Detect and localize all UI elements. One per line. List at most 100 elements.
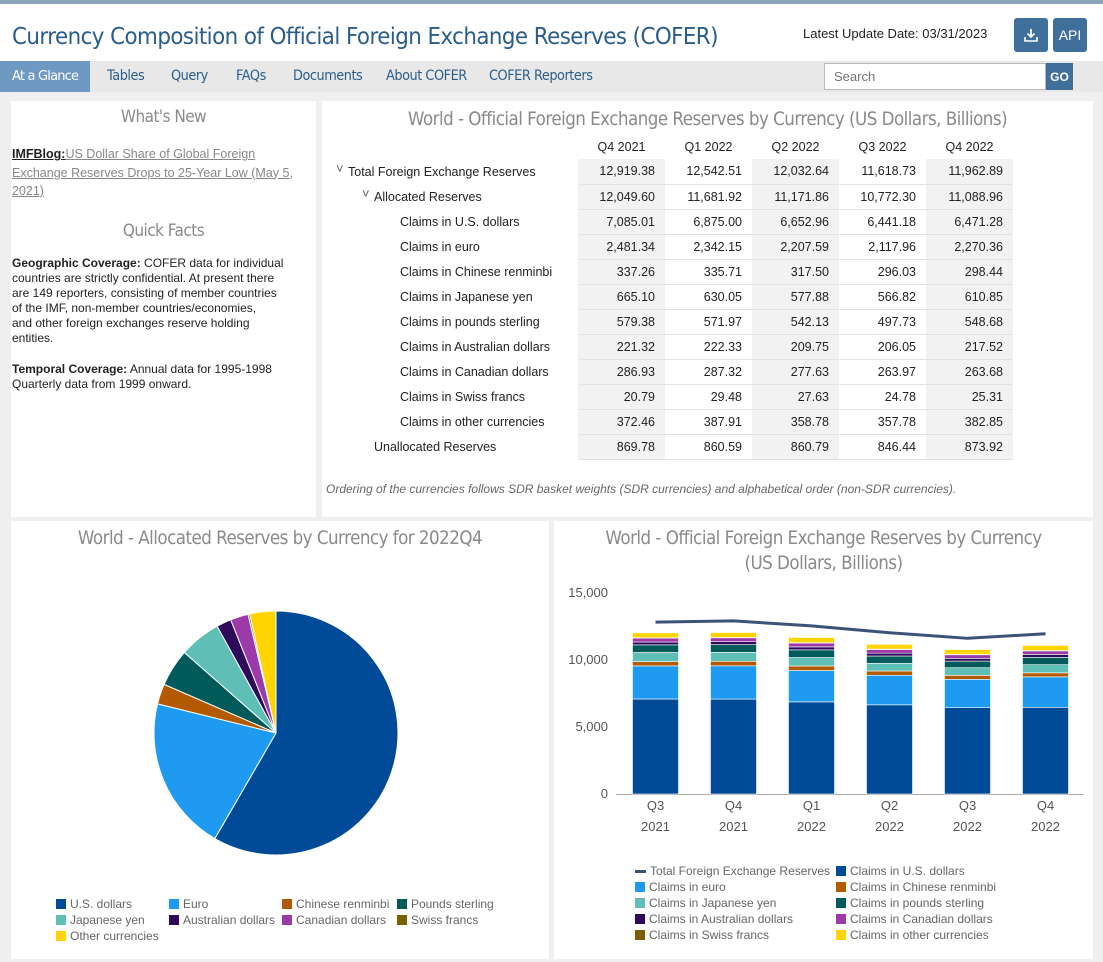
blog-link-line-1[interactable]: US Dollar Share of Global Foreign: [65, 147, 255, 161]
bar-segment-cad[interactable]: [866, 649, 913, 654]
pie-legend-item[interactable]: Canadian dollars: [282, 913, 386, 927]
nav-faqs[interactable]: FAQs: [236, 61, 266, 92]
bar-segment-jpy[interactable]: [944, 667, 991, 676]
bar-segment-aud[interactable]: [788, 646, 835, 651]
bar-segment-other[interactable]: [710, 632, 757, 638]
nav-documents[interactable]: Documents: [293, 61, 363, 92]
bar-segment-eur[interactable]: [632, 665, 679, 700]
nav-tables[interactable]: Tables: [107, 61, 145, 92]
bar-segment-usd[interactable]: [1022, 706, 1069, 795]
api-button[interactable]: API: [1053, 18, 1087, 52]
bar-segment-aud[interactable]: [632, 641, 679, 646]
bar-segment-jpy[interactable]: [788, 657, 835, 667]
table-cell: 7,085.01: [578, 209, 665, 235]
bar-segment-gbp[interactable]: [1022, 657, 1069, 665]
table-cell: 665.10: [578, 284, 665, 310]
bar-segment-eur[interactable]: [1022, 676, 1069, 708]
bar-segment-cny[interactable]: [944, 675, 991, 680]
pie-legend-item[interactable]: U.S. dollars: [56, 897, 132, 911]
bar-legend-item[interactable]: Claims in Swiss francs: [635, 928, 769, 942]
bar-legend-item[interactable]: Total Foreign Exchange Reserves: [635, 864, 830, 878]
bar-segment-cny[interactable]: [1022, 672, 1069, 678]
search-go-button[interactable]: GO: [1046, 63, 1073, 90]
table-row[interactable]: ˅ Allocated Reserves 12,049.60 11,681.92 11,…: [322, 184, 1013, 210]
bar-segment-cad[interactable]: [1022, 650, 1069, 655]
bar-segment-cny[interactable]: [866, 670, 913, 676]
x-tick-label: Q3: [959, 798, 976, 813]
bar-segment-gbp[interactable]: [710, 644, 757, 653]
bar-legend-item[interactable]: Claims in euro: [635, 880, 726, 894]
bar-segment-gbp[interactable]: [788, 649, 835, 658]
legend-swatch: [169, 915, 179, 925]
bar-legend-item[interactable]: Claims in Japanese yen: [635, 896, 776, 910]
pie-legend-item[interactable]: Euro: [169, 897, 208, 911]
pie-legend-item[interactable]: Other currencies: [56, 929, 159, 943]
blog-link-line-2[interactable]: Exchange Reserves Drops to 25-Year Low (…: [12, 166, 293, 180]
bar-segment-aud[interactable]: [1022, 654, 1069, 658]
nav-cofer-reporters[interactable]: COFER Reporters: [489, 61, 593, 92]
bar-segment-cny[interactable]: [710, 660, 757, 667]
nav-query[interactable]: Query: [171, 61, 208, 92]
bar-segment-jpy[interactable]: [632, 652, 679, 662]
bar-segment-cad[interactable]: [788, 642, 835, 648]
bar-segment-usd[interactable]: [710, 698, 757, 795]
bar-segment-cny[interactable]: [788, 665, 835, 671]
pie-legend-item[interactable]: Australian dollars: [169, 913, 275, 927]
bar-legend-item[interactable]: Claims in other currencies: [836, 928, 989, 942]
bar-segment-other[interactable]: [788, 637, 835, 643]
pie-legend-item[interactable]: Japanese yen: [56, 913, 145, 927]
bar-segment-jpy[interactable]: [1022, 664, 1069, 674]
nav-about-cofer[interactable]: About COFER: [386, 61, 467, 92]
bar-segment-gbp[interactable]: [632, 644, 679, 653]
bar-segment-eur[interactable]: [866, 674, 913, 706]
row-label: Claims in pounds sterling: [400, 314, 540, 329]
download-button[interactable]: [1014, 18, 1048, 52]
column-header: Q4 2021: [597, 139, 646, 154]
temporal-coverage: Temporal Coverage: Annual data for 1995-…: [12, 362, 272, 391]
pie-legend-item[interactable]: Pounds sterling: [397, 897, 494, 911]
table-cell: 221.32: [578, 334, 665, 360]
bar-segment-usd[interactable]: [866, 704, 913, 795]
bar-legend-item[interactable]: Claims in U.S. dollars: [836, 864, 965, 878]
bar-segment-other[interactable]: [944, 649, 991, 655]
blog-link-line-3[interactable]: 2021): [12, 184, 44, 198]
search-input[interactable]: [824, 63, 1046, 90]
bar-segment-other[interactable]: [866, 643, 913, 650]
bar-segment-aud[interactable]: [944, 658, 991, 662]
bar-segment-usd[interactable]: [788, 701, 835, 795]
expand-chevron-icon[interactable]: ˅: [336, 161, 344, 176]
bar-segment-jpy[interactable]: [866, 662, 913, 672]
expand-chevron-icon[interactable]: ˅: [362, 186, 370, 201]
bar-segment-gbp[interactable]: [866, 655, 913, 664]
bar-segment-cad[interactable]: [710, 637, 757, 642]
blog-news-item[interactable]: IMFBlog:US Dollar Share of Global Foreig…: [12, 145, 312, 201]
bar-segment-usd[interactable]: [632, 698, 679, 795]
bar-segment-eur[interactable]: [788, 670, 835, 703]
pie-legend-item[interactable]: Chinese renminbi: [282, 897, 389, 911]
x-tick-label: 2021: [719, 819, 748, 834]
bar-segment-other[interactable]: [632, 632, 679, 639]
bar-legend-item[interactable]: Claims in Australian dollars: [635, 912, 793, 926]
bar-segment-aud[interactable]: [866, 652, 913, 657]
column-header: Q1 2022: [684, 139, 733, 154]
bar-legend-item[interactable]: Claims in pounds sterling: [836, 896, 984, 910]
bar-segment-cny[interactable]: [632, 661, 679, 667]
bar-segment-cad[interactable]: [944, 654, 991, 659]
table-row[interactable]: ˅ Total Foreign Exchange Reserves 12,919.3…: [322, 159, 1013, 185]
legend-swatch: [635, 930, 645, 940]
bar-segment-gbp[interactable]: [944, 660, 991, 669]
bar-legend-item[interactable]: Claims in Canadian dollars: [836, 912, 993, 926]
bar-segment-eur[interactable]: [944, 679, 991, 708]
pie-legend-item[interactable]: Swiss francs: [397, 913, 478, 927]
legend-swatch: [282, 899, 292, 909]
bar-segment-jpy[interactable]: [710, 652, 757, 662]
row-label: Unallocated Reserves: [374, 439, 497, 454]
table-row: Claims in other currencies 372.46 387.91 35…: [322, 409, 1013, 435]
bar-segment-eur[interactable]: [710, 665, 757, 700]
bar-segment-aud[interactable]: [710, 641, 757, 645]
bar-segment-cad[interactable]: [632, 637, 679, 643]
bar-legend-item[interactable]: Claims in Chinese renminbi: [836, 880, 996, 894]
nav-at-a-glance[interactable]: At a Glance: [0, 61, 91, 92]
bar-segment-other[interactable]: [1022, 645, 1069, 651]
bar-segment-usd[interactable]: [944, 707, 991, 795]
